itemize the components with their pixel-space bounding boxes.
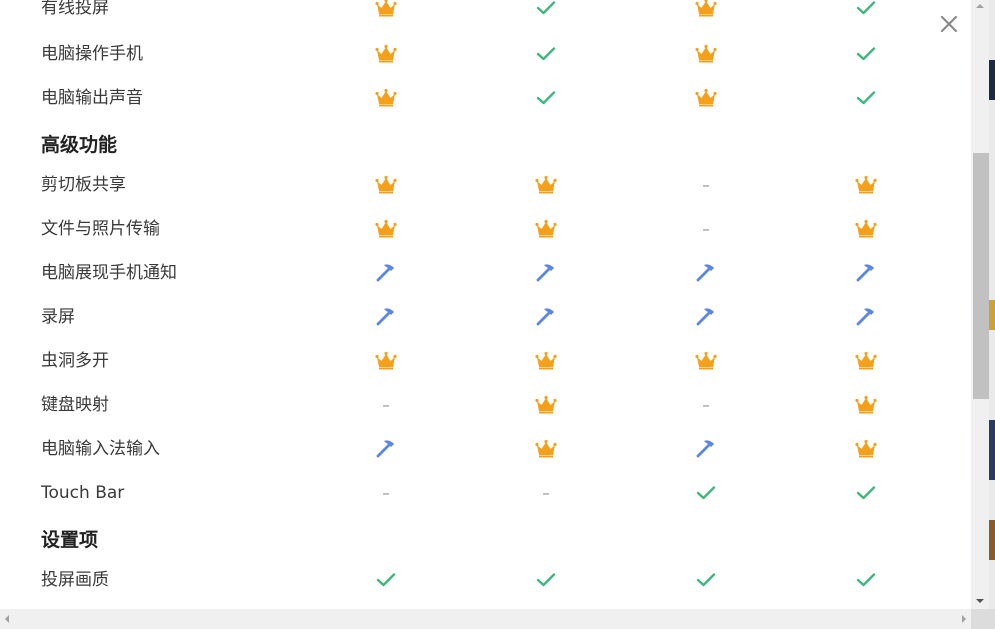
- hammer-icon: [366, 295, 406, 339]
- scroll-down-arrow-icon[interactable]: [971, 593, 989, 609]
- section-title: 高级功能: [41, 134, 118, 156]
- check-icon: [846, 0, 886, 30]
- check-icon: [846, 32, 886, 76]
- feature-label: 电脑操作手机: [41, 44, 143, 64]
- table-row: 录屏: [0, 295, 971, 339]
- hammer-icon: [846, 295, 886, 339]
- table-row: 电脑展现手机通知: [0, 251, 971, 295]
- scroll-right-arrow-icon[interactable]: [957, 609, 971, 629]
- crown-icon: [846, 383, 886, 427]
- crown-icon: [686, 32, 726, 76]
- crown-icon: [686, 76, 726, 120]
- crown-icon: [686, 339, 726, 383]
- dash-icon: –: [366, 383, 406, 427]
- crown-icon: [526, 207, 566, 251]
- scrollbar-thumb[interactable]: [973, 153, 990, 399]
- table-row: 文件与照片传输 –: [0, 207, 971, 251]
- dash-text: –: [382, 484, 390, 502]
- feature-label: 有线投屏: [41, 0, 109, 18]
- dash-icon: –: [686, 163, 726, 207]
- check-icon: [686, 558, 726, 602]
- dash-text: –: [702, 220, 710, 238]
- hammer-icon: [366, 251, 406, 295]
- feature-label: 录屏: [41, 307, 75, 327]
- scrollbar-corner: [971, 609, 995, 629]
- check-icon: [846, 471, 886, 515]
- feature-label: 电脑展现手机通知: [41, 263, 177, 283]
- table-row: 电脑输入法输入: [0, 427, 971, 471]
- crown-icon: [526, 427, 566, 471]
- hammer-icon: [846, 251, 886, 295]
- feature-label: 电脑输出声音: [41, 88, 143, 108]
- crown-icon: [366, 76, 406, 120]
- hammer-icon: [686, 427, 726, 471]
- crown-icon: [526, 383, 566, 427]
- check-icon: [366, 558, 406, 602]
- window-edge: [989, 0, 995, 609]
- feature-label: 投屏画质: [41, 570, 109, 590]
- hammer-icon: [686, 295, 726, 339]
- table-row: 投屏画质: [0, 558, 971, 602]
- dash-icon: –: [526, 471, 566, 515]
- crown-icon: [366, 163, 406, 207]
- crown-icon: [686, 0, 726, 30]
- hammer-icon: [526, 295, 566, 339]
- table-row: 有线投屏: [0, 0, 971, 30]
- check-icon: [846, 76, 886, 120]
- dash-icon: –: [366, 471, 406, 515]
- crown-icon: [366, 207, 406, 251]
- feature-label: 虫洞多开: [41, 351, 109, 371]
- crown-icon: [526, 163, 566, 207]
- check-icon: [526, 32, 566, 76]
- table-row: Touch Bar – –: [0, 471, 971, 515]
- feature-label: 文件与照片传输: [41, 219, 160, 239]
- scroll-left-arrow-icon[interactable]: [0, 609, 14, 629]
- check-icon: [526, 558, 566, 602]
- dash-text: –: [382, 396, 390, 414]
- check-icon: [526, 0, 566, 30]
- table-row: 键盘映射 – –: [0, 383, 971, 427]
- feature-comparison-panel: 有线投屏电脑操作手机 电脑输出声音 高级功能剪切板共享 – 文件与照片传输 – 电脑展现手机…: [0, 0, 971, 609]
- section-title: 设置项: [41, 529, 99, 551]
- hammer-icon: [526, 251, 566, 295]
- crown-icon: [366, 32, 406, 76]
- table-row: 电脑操作手机: [0, 32, 971, 76]
- dash-text: –: [702, 396, 710, 414]
- crown-icon: [846, 339, 886, 383]
- dash-text: –: [702, 176, 710, 194]
- table-row: 电脑输出声音: [0, 76, 971, 120]
- hammer-icon: [686, 251, 726, 295]
- check-icon: [686, 471, 726, 515]
- dash-icon: –: [686, 207, 726, 251]
- hammer-icon: [366, 427, 406, 471]
- crown-icon: [846, 163, 886, 207]
- dash-icon: –: [686, 383, 726, 427]
- feature-label: Touch Bar: [41, 483, 125, 503]
- check-icon: [526, 76, 566, 120]
- horizontal-scrollbar[interactable]: [0, 609, 971, 629]
- table-row: 剪切板共享 –: [0, 163, 971, 207]
- table-row: 虫洞多开: [0, 339, 971, 383]
- crown-icon: [366, 339, 406, 383]
- dash-text: –: [542, 484, 550, 502]
- feature-label: 键盘映射: [41, 395, 109, 415]
- crown-icon: [366, 0, 406, 30]
- feature-label: 剪切板共享: [41, 175, 126, 195]
- scroll-up-arrow-icon[interactable]: [971, 0, 989, 12]
- crown-icon: [526, 339, 566, 383]
- crown-icon: [846, 207, 886, 251]
- vertical-scrollbar[interactable]: [971, 0, 990, 609]
- crown-icon: [846, 427, 886, 471]
- check-icon: [846, 558, 886, 602]
- feature-label: 电脑输入法输入: [41, 439, 160, 459]
